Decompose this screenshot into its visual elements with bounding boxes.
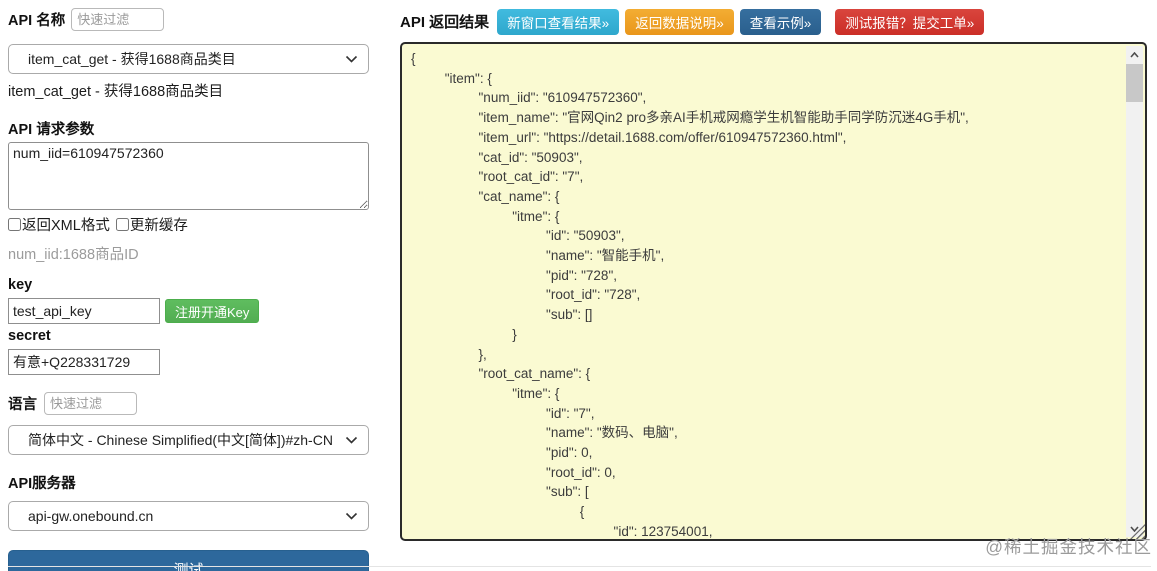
view-example-button[interactable]: 查看示例» [739,8,822,35]
api-selected-text: item_cat_get - 获得1688商品类目 [8,84,224,100]
response-data-docs-button[interactable]: 返回数据说明» [625,8,734,35]
params-hint: num_iid:1688商品ID [8,247,139,263]
xml-checkbox-label[interactable]: 返回XML格式 [8,214,110,235]
cache-checkbox[interactable] [115,218,129,231]
scrollbar-thumb[interactable] [1126,64,1143,102]
test-button[interactable]: 测试 [8,550,369,571]
lang-select-value: 简体中文 - Chinese Simplified(中文[简体])#zh-CN [28,432,333,448]
api-name-label: API 名称 [8,13,66,29]
params-textarea[interactable]: num_iid=610947572360 [8,142,369,210]
report-error-ticket-button[interactable]: 测试报错？提交工单» [835,8,985,35]
api-name-row: API 名称 [8,8,369,31]
server-select[interactable]: api-gw.onebound.cn [8,501,369,531]
xml-checkbox-text: 返回XML格式 [22,218,110,234]
key-input[interactable] [8,298,160,324]
chevron-down-icon [345,512,358,520]
watermark-text: @稀土掘金技术社区 [985,537,1152,557]
secret-input[interactable] [8,349,160,375]
api-name-filter-input[interactable] [71,8,165,31]
lang-select[interactable]: 简体中文 - Chinese Simplified(中文[简体])#zh-CN [8,425,369,455]
json-result-box: { "item": { "num_iid": "610947572360", "… [400,42,1147,541]
lang-label: 语言 [8,397,37,413]
lang-filter-input[interactable] [44,392,137,415]
result-title: API 返回结果 [400,14,490,31]
response-panel: API 返回结果 新窗口查看结果» 返回数据说明» 查看示例» 测试报错？提交工… [400,8,1149,541]
request-params-label: API 请求参数 [8,122,95,138]
secret-row [8,349,369,375]
api-select-value: item_cat_get - 获得1688商品类目 [28,51,236,67]
cache-checkbox-label[interactable]: 更新缓存 [115,214,188,235]
request-panel: API 名称 item_cat_get - 获得1688商品类目 item_ca… [8,8,369,571]
key-label: key [8,277,33,293]
chevron-down-icon [345,55,358,63]
cache-checkbox-text: 更新缓存 [129,218,188,234]
result-header: API 返回结果 新窗口查看结果» 返回数据说明» 查看示例» 测试报错？提交工… [400,8,1149,35]
key-row: 注册开通Key [8,298,369,324]
scrollbar[interactable] [1126,46,1143,537]
json-result-text: { "item": { "num_iid": "610947572360", "… [411,51,969,539]
xml-checkbox[interactable] [8,218,21,231]
secret-label: secret [8,328,51,344]
scrollbar-down-icon [1130,525,1139,532]
server-select-value: api-gw.onebound.cn [28,508,154,524]
open-result-new-window-button[interactable]: 新窗口查看结果» [497,8,620,35]
scrollbar-up-icon [1130,51,1139,58]
options-row: 返回XML格式 更新缓存 [8,214,369,235]
bottom-divider [8,566,1151,567]
register-key-button[interactable]: 注册开通Key [165,299,260,323]
api-server-label: API服务器 [8,476,76,492]
chevron-down-icon [345,436,358,444]
api-select[interactable]: item_cat_get - 获得1688商品类目 [8,44,369,74]
lang-row: 语言 [8,392,369,415]
scrollbar-up-button[interactable] [1126,46,1143,63]
